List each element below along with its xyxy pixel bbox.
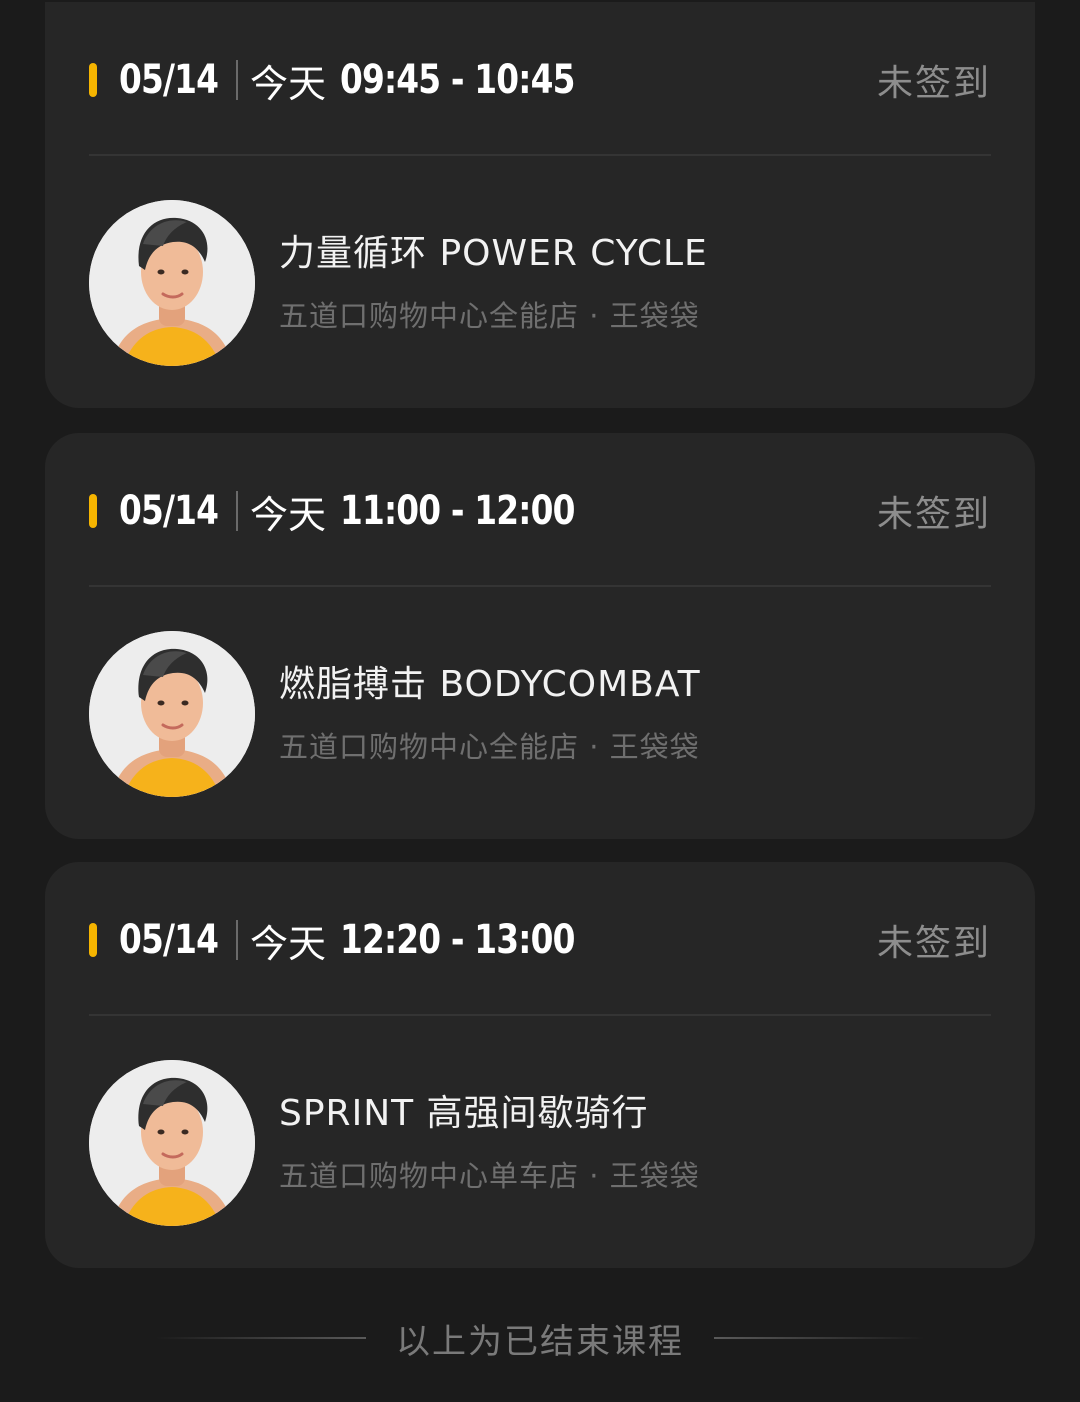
header-separator <box>235 920 238 960</box>
instructor-avatar[interactable] <box>89 1060 255 1226</box>
session-list-page: 05/14 今天 09:45 - 10:45 未签到 力量循环 POWER CY… <box>0 0 1080 1402</box>
footer-text: 以上为已结束课程 <box>396 1321 684 1362</box>
session-body: 燃脂搏击 BODYCOMBAT 五道口购物中心全能店 · 王袋袋 <box>89 631 991 797</box>
card-divider <box>89 585 991 587</box>
session-time: 12:20 - 13:00 <box>339 917 575 963</box>
person-icon <box>89 200 255 366</box>
session-date: 05/14 <box>119 917 219 963</box>
instructor-avatar[interactable] <box>89 631 255 797</box>
person-icon <box>89 1060 255 1226</box>
session-info: 燃脂搏击 BODYCOMBAT 五道口购物中心全能店 · 王袋袋 <box>279 662 701 766</box>
session-info: 力量循环 POWER CYCLE 五道口购物中心全能店 · 王袋袋 <box>279 231 708 335</box>
class-name: SPRINT 高强间歇骑行 <box>279 1093 649 1134</box>
ended-courses-footer: 以上为已结束课程 <box>0 1310 1080 1366</box>
session-card[interactable]: 05/14 今天 11:00 - 12:00 未签到 燃脂搏击 BODYCOMB… <box>45 433 1035 839</box>
card-divider <box>89 1014 991 1016</box>
card-divider <box>89 154 991 156</box>
checkin-status: 未签到 <box>876 923 991 964</box>
session-card[interactable]: 05/14 今天 12:20 - 13:00 未签到 SPRINT 高强间歇骑行… <box>45 862 1035 1268</box>
header-separator <box>235 491 238 531</box>
session-day: 今天 <box>249 492 326 537</box>
session-day: 今天 <box>249 921 326 966</box>
session-card[interactable]: 05/14 今天 09:45 - 10:45 未签到 力量循环 POWER CY… <box>45 2 1035 408</box>
person-icon <box>89 631 255 797</box>
session-info: SPRINT 高强间歇骑行 五道口购物中心单车店 · 王袋袋 <box>279 1091 700 1195</box>
accent-bar <box>89 494 97 528</box>
header-separator <box>235 60 238 100</box>
accent-bar <box>89 63 97 97</box>
session-body: 力量循环 POWER CYCLE 五道口购物中心全能店 · 王袋袋 <box>89 200 991 366</box>
session-header: 05/14 今天 11:00 - 12:00 未签到 <box>89 483 991 539</box>
session-date: 05/14 <box>119 488 219 534</box>
session-time: 09:45 - 10:45 <box>339 57 575 103</box>
instructor-avatar[interactable] <box>89 200 255 366</box>
location-instructor: 五道口购物中心全能店 · 王袋袋 <box>279 730 700 764</box>
session-time: 11:00 - 12:00 <box>339 488 575 534</box>
checkin-status: 未签到 <box>876 494 991 535</box>
session-body: SPRINT 高强间歇骑行 五道口购物中心单车店 · 王袋袋 <box>89 1060 991 1226</box>
session-header: 05/14 今天 09:45 - 10:45 未签到 <box>89 52 991 108</box>
class-name: 燃脂搏击 BODYCOMBAT <box>279 664 701 705</box>
class-name: 力量循环 POWER CYCLE <box>279 233 708 274</box>
session-day: 今天 <box>249 61 326 106</box>
footer-line-right <box>714 1337 924 1339</box>
location-instructor: 五道口购物中心全能店 · 王袋袋 <box>279 299 700 333</box>
location-instructor: 五道口购物中心单车店 · 王袋袋 <box>279 1159 700 1193</box>
footer-line-left <box>156 1337 366 1339</box>
checkin-status: 未签到 <box>876 63 991 104</box>
session-header: 05/14 今天 12:20 - 13:00 未签到 <box>89 912 991 968</box>
session-date: 05/14 <box>119 57 219 103</box>
accent-bar <box>89 923 97 957</box>
